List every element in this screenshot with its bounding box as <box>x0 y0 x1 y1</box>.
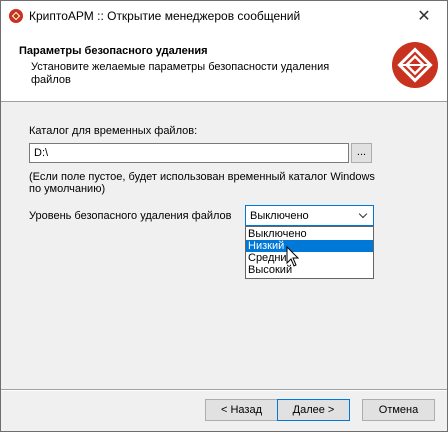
window-title: КриптоАРМ :: Открытие менеджеров сообщен… <box>29 9 301 23</box>
browse-button[interactable]: ... <box>351 143 372 163</box>
option-low[interactable]: Низкий <box>246 240 373 252</box>
title-bar: КриптоАРМ :: Открытие менеджеров сообщен… <box>1 1 447 31</box>
deletion-level-select[interactable]: Выключено <box>245 205 374 226</box>
temp-dir-input[interactable] <box>29 143 349 163</box>
deletion-level-label: Уровень безопасного удаления файлов <box>29 210 232 222</box>
chevron-down-icon[interactable] <box>358 209 368 219</box>
deletion-level-dropdown: Выключено Низкий Средний Высокий <box>245 226 374 279</box>
footer-divider <box>1 389 447 391</box>
cancel-button[interactable]: Отмена <box>362 399 435 421</box>
temp-dir-note: (Если поле пустое, будет использован вре… <box>29 171 375 195</box>
wizard-window: КриптоАРМ :: Открытие менеджеров сообщен… <box>0 0 448 432</box>
mouse-cursor-icon <box>286 246 300 267</box>
option-medium[interactable]: Средний <box>246 252 373 264</box>
deletion-level-selected: Выключено <box>250 210 309 222</box>
option-off[interactable]: Выключено <box>246 228 373 240</box>
cryptoarm-logo-icon <box>392 42 438 88</box>
back-button[interactable]: < Назад <box>205 399 278 421</box>
header-subtitle: Установите желаемые параметры безопаснос… <box>31 61 330 86</box>
next-button[interactable]: Далее > <box>277 399 350 421</box>
header-title: Параметры безопасного удаления <box>19 45 208 57</box>
app-logo-icon <box>9 9 23 23</box>
temp-dir-label: Каталог для временных файлов: <box>29 125 198 137</box>
close-button[interactable]: ✕ <box>401 1 447 31</box>
option-high[interactable]: Высокий <box>246 264 373 276</box>
wizard-header: Параметры безопасного удаления Установит… <box>1 31 447 102</box>
